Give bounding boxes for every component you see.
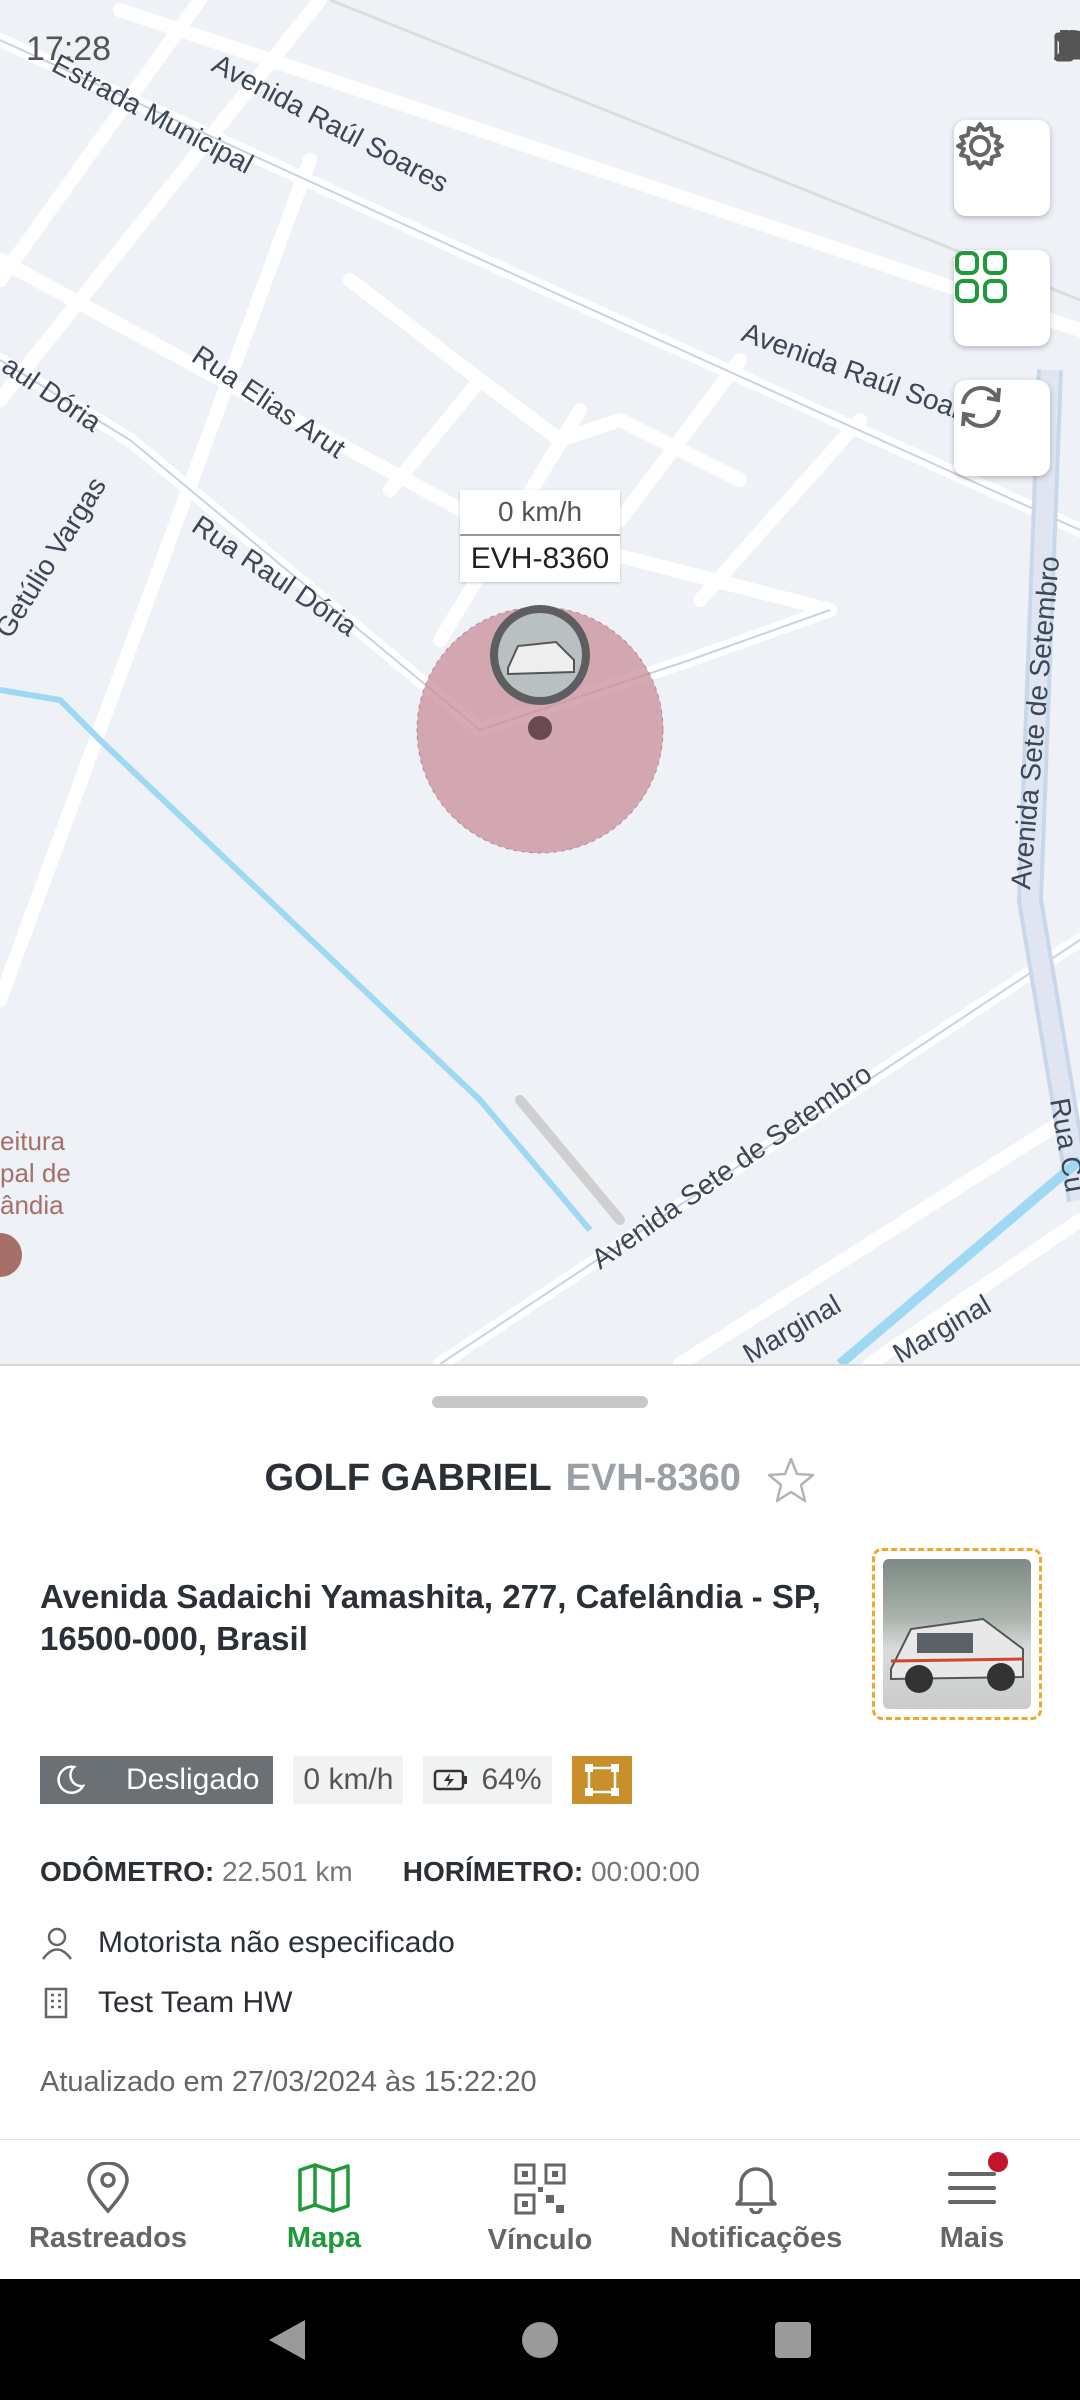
vehicle-address: Avenida Sadaichi Yamashita, 277, Cafelân…	[40, 1578, 821, 1657]
refresh-icon	[961, 386, 1001, 428]
ignition-status-label: Desligado	[126, 1763, 260, 1796]
vehicle-details-sheet: GOLF GABRIEL EVH-8360 Avenida Sadaichi Ya…	[0, 1364, 1080, 2141]
speed-badge: 0 km/h	[293, 1756, 404, 1804]
refresh-button[interactable]	[954, 380, 1050, 476]
person-icon	[41, 1927, 73, 1960]
street-label: Marginal	[888, 1289, 997, 1364]
battery-icon	[1054, 30, 1074, 62]
geofence-icon	[584, 1764, 619, 1796]
odometer-value: 22.501 km	[222, 1856, 353, 1887]
recents-icon[interactable]	[773, 2320, 813, 2360]
driver-row: Motorista não especificado	[40, 1926, 455, 1960]
nav-mais-label: Mais	[939, 2222, 1005, 2254]
map-icon	[298, 2163, 350, 2213]
notification-badge	[988, 2152, 1008, 2172]
street-label: Getúlio Vargas	[0, 471, 112, 643]
gear-icon	[956, 122, 1004, 170]
status-chips: Desligado 0 km/h 64%	[40, 1756, 632, 1804]
grid-icon	[955, 251, 1007, 303]
last-updated: Atualizado em 27/03/2024 às 15:22:20	[40, 2066, 537, 2098]
map-view[interactable]: Estrada Municipal Avenida Raúl Soares Av…	[0, 0, 1080, 1364]
team-row: Test Team HW	[40, 1986, 293, 2020]
car-photo-icon	[883, 1559, 1031, 1709]
speed-value: 0 km/h	[303, 1763, 394, 1796]
sheet-drag-handle[interactable]	[432, 1396, 648, 1408]
ignition-status-badge: Desligado	[40, 1756, 274, 1804]
street-label: aul Dória	[0, 349, 107, 438]
bottom-nav: Rastreados Mapa Vínculo Notificações Mai…	[0, 2139, 1080, 2280]
vehicle-title: GOLF GABRIEL EVH-8360	[0, 1456, 1080, 1504]
vehicle-position-dot	[528, 716, 552, 740]
nav-rastreados-label: Rastreados	[29, 2222, 187, 2254]
vehicle-photo[interactable]	[872, 1548, 1042, 1720]
menu-icon	[948, 2172, 996, 2204]
odometer: ODÔMETRO: 22.501 km	[40, 1856, 353, 1888]
odometer-label: ODÔMETRO:	[40, 1856, 215, 1887]
street-label: Avenida Sete de Setembro	[1005, 555, 1065, 891]
nav-notificacoes[interactable]: Notificações	[648, 2140, 864, 2280]
settings-button[interactable]	[954, 120, 1050, 216]
vehicle-plate: EVH-8360	[565, 1457, 741, 1500]
hourmeter-label: HORÍMETRO:	[402, 1856, 584, 1887]
poi-label: ândia	[0, 1190, 64, 1220]
nav-mapa-label: Mapa	[286, 2222, 362, 2254]
building-icon	[44, 1987, 68, 2019]
poi-icon	[0, 1233, 22, 1277]
back-icon[interactable]	[267, 2318, 307, 2362]
street-label: Rua Raul Dória	[187, 509, 363, 642]
home-icon[interactable]	[520, 2320, 560, 2360]
system-nav-bar	[0, 2279, 1080, 2400]
nav-rastreados[interactable]: Rastreados	[0, 2140, 216, 2280]
poi-label: eitura	[0, 1126, 66, 1156]
battery-charging-icon	[434, 1769, 468, 1791]
vehicle-map-speed: 0 km/h	[460, 490, 620, 536]
hourmeter-value: 00:00:00	[590, 1856, 700, 1887]
map-streets: Estrada Municipal Avenida Raúl Soares Av…	[0, 0, 1080, 1364]
team-label: Test Team HW	[98, 1986, 293, 2019]
poi-label: pal de	[0, 1158, 71, 1188]
vehicle-map-plate: EVH-8360	[470, 542, 610, 575]
battery-value: 64%	[481, 1763, 542, 1796]
moon-icon	[57, 1765, 86, 1795]
nav-vinculo[interactable]: Vínculo	[432, 2140, 648, 2280]
vehicle-name: GOLF GABRIEL	[264, 1457, 552, 1500]
nav-notificacoes-label: Notificações	[669, 2222, 843, 2254]
battery-badge: 64%	[423, 1756, 552, 1804]
nav-mapa[interactable]: Mapa	[216, 2140, 432, 2280]
grid-button[interactable]	[954, 250, 1050, 346]
geofence-badge[interactable]	[571, 1756, 632, 1804]
driver-label: Motorista não especificado	[98, 1926, 455, 1959]
qr-code-icon	[514, 2163, 566, 2215]
nav-mais[interactable]: Mais	[864, 2140, 1080, 2280]
hourmeter: HORÍMETRO: 00:00:00	[403, 1856, 700, 1888]
status-time: 17:28	[26, 30, 112, 68]
vehicle-map-label[interactable]: 0 km/h EVH-8360	[460, 490, 620, 582]
bell-icon	[735, 2167, 777, 2214]
nav-vinculo-label: Vínculo	[487, 2224, 593, 2256]
meters-row: ODÔMETRO: 22.501 km HORÍMETRO: 00:00:00	[40, 1856, 700, 1888]
favorite-star-icon[interactable]	[766, 1456, 816, 1504]
street-label: Avenida Sete de Setembro	[586, 1058, 878, 1275]
location-pin-icon	[87, 2162, 129, 2214]
